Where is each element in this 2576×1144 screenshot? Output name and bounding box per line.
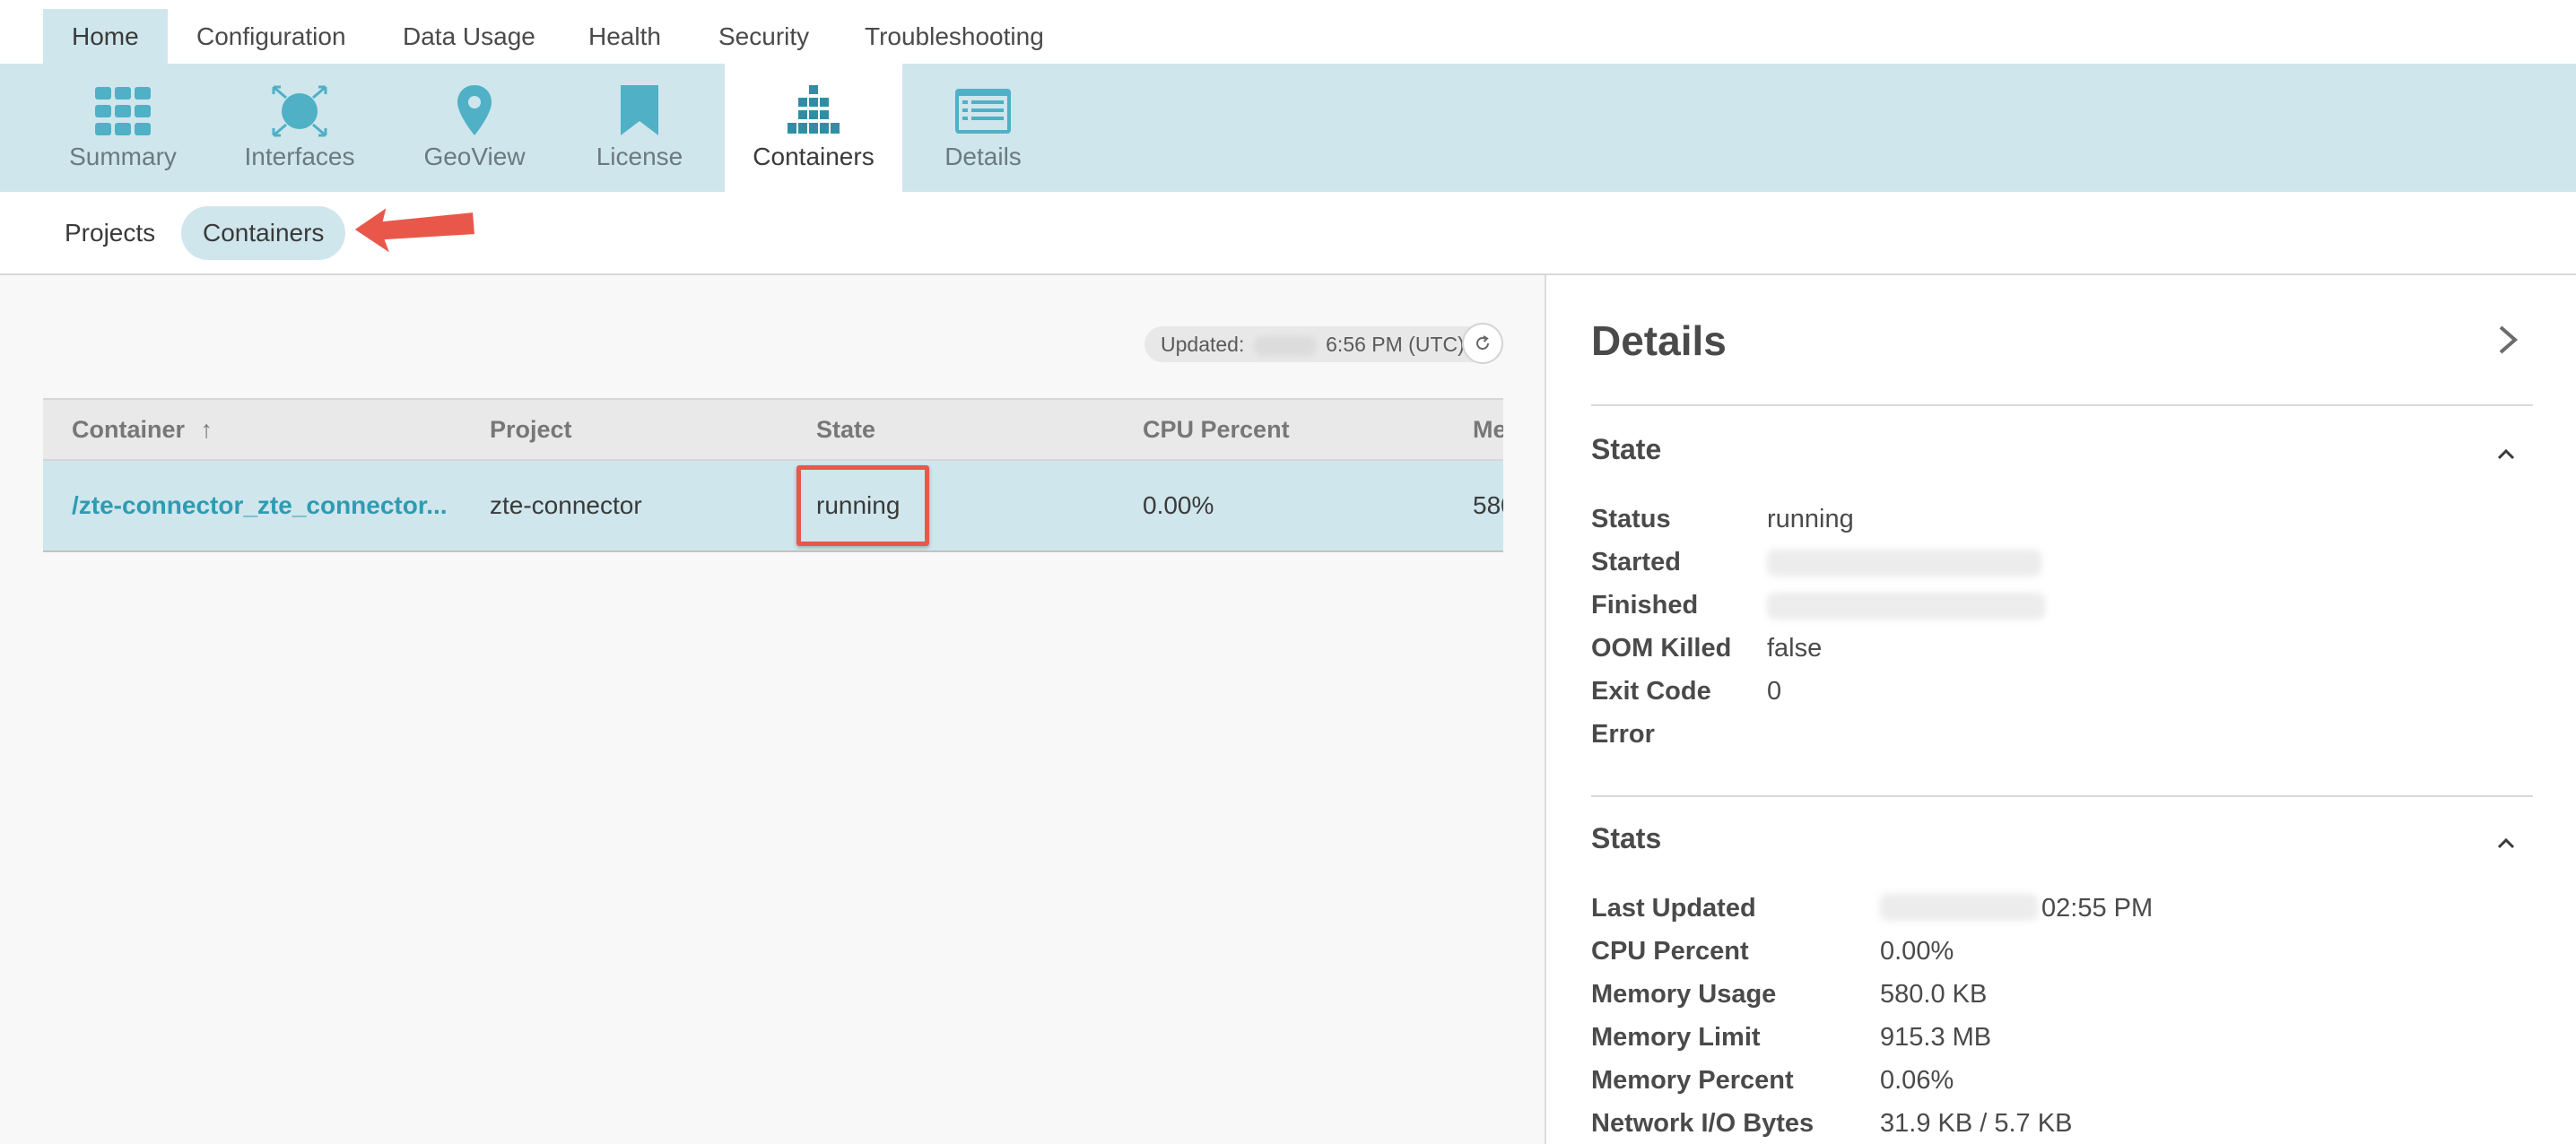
annotation-arrow-icon <box>352 204 477 257</box>
stats-value-last-updated: 02:55 PM <box>2041 894 2154 923</box>
details-title: Details <box>1591 317 1727 364</box>
icon-tab-label: Summary <box>69 143 177 170</box>
table-row[interactable]: /zte-connector_zte_connector... zte-conn… <box>43 461 1503 552</box>
cell-container-name[interactable]: /zte-connector_zte_connector... <box>72 461 448 550</box>
tab-security[interactable]: Security <box>690 9 838 64</box>
column-header-cpu-percent[interactable]: CPU Percent <box>1143 400 1290 459</box>
containers-table: Container ↑ Project State CPU Percent Me… <box>43 398 1503 552</box>
tab-troubleshooting[interactable]: Troubleshooting <box>836 9 1073 64</box>
redacted-date <box>1253 335 1317 356</box>
stats-value-memory-percent: 0.06% <box>1880 1066 1954 1095</box>
state-label-error: Error <box>1591 720 1655 749</box>
bookmark-icon <box>621 85 658 135</box>
cell-project: zte-connector <box>490 491 642 519</box>
icon-tab-containers[interactable]: Containers <box>725 64 902 192</box>
state-label-finished: Finished <box>1591 591 1699 620</box>
column-header-project[interactable]: Project <box>490 400 572 459</box>
state-label-oom-killed: OOM Killed <box>1591 634 1732 663</box>
icon-tab-license[interactable]: License <box>574 64 705 192</box>
subtab-containers[interactable]: Containers <box>181 206 346 260</box>
stats-label-last-updated: Last Updated <box>1591 894 1756 923</box>
icon-tab-interfaces[interactable]: Interfaces <box>231 64 368 192</box>
icon-tab-label: GeoView <box>423 143 526 170</box>
containers-list-panel: Updated: 6:56 PM (UTC) Container ↑ Proje… <box>0 275 1546 1144</box>
list-card-icon <box>955 89 1011 134</box>
column-header-state[interactable]: State <box>816 400 875 459</box>
state-label-started: Started <box>1591 548 1681 576</box>
redacted-last-updated-date <box>1880 894 2038 921</box>
tab-health[interactable]: Health <box>560 9 690 64</box>
divider <box>1591 795 2533 797</box>
stats-value-cpu-percent: 0.00% <box>1880 937 1954 966</box>
tab-data-usage[interactable]: Data Usage <box>374 9 564 64</box>
sort-asc-icon: ↑ <box>200 416 213 443</box>
chevron-up-icon[interactable] <box>2493 835 2519 853</box>
section-icon-nav: Summary Interfaces GeoView License Conta… <box>0 64 2576 192</box>
containers-stack-icon <box>788 85 840 134</box>
column-header-memory[interactable]: Me <box>1473 400 1503 459</box>
redacted-finished-value <box>1767 593 2045 620</box>
icon-tab-label: Details <box>944 143 1022 170</box>
stats-label-memory-percent: Memory Percent <box>1591 1066 1794 1095</box>
stats-label-network-io: Network I/O Bytes <box>1591 1109 1815 1138</box>
refresh-icon <box>1476 335 1489 350</box>
stats-label-cpu-percent: CPU Percent <box>1591 937 1749 966</box>
tab-configuration[interactable]: Configuration <box>168 9 375 64</box>
cell-memory: 580 <box>1473 491 1503 519</box>
state-label-exit-code: Exit Code <box>1591 677 1711 706</box>
stats-value-memory-usage: 580.0 KB <box>1880 980 1988 1009</box>
icon-tab-details[interactable]: Details <box>918 64 1048 192</box>
state-value-exit-code: 0 <box>1767 677 1782 706</box>
state-value-oom-killed: false <box>1767 634 1823 663</box>
state-label-status: Status <box>1591 505 1671 533</box>
network-hub-icon <box>272 85 327 137</box>
stats-label-memory-limit: Memory Limit <box>1591 1023 1761 1052</box>
stats-value-network-io: 31.9 KB / 5.7 KB <box>1880 1109 2073 1138</box>
stats-value-memory-limit: 915.3 MB <box>1880 1023 1992 1052</box>
updated-indicator: Updated: 6:56 PM (UTC) <box>1144 326 1503 362</box>
map-pin-icon <box>457 85 492 135</box>
grid-icon <box>95 87 151 135</box>
annotation-highlight-box <box>796 465 929 546</box>
divider <box>1591 404 2533 406</box>
details-panel: Details State Status running Started Fin… <box>1548 275 2576 1144</box>
subtab-projects[interactable]: Projects <box>43 206 177 260</box>
redacted-started-value <box>1767 550 2041 576</box>
icon-tab-label: License <box>596 143 683 170</box>
top-nav: Home Configuration Data Usage Health Sec… <box>0 0 2576 64</box>
stats-label-memory-usage: Memory Usage <box>1591 980 1777 1009</box>
refresh-button[interactable] <box>1462 323 1503 364</box>
table-header: Container ↑ Project State CPU Percent Me <box>43 398 1503 461</box>
icon-tab-summary[interactable]: Summary <box>43 64 203 192</box>
state-value-status: running <box>1767 505 1854 533</box>
column-header-container[interactable]: Container ↑ <box>72 400 213 459</box>
icon-tab-geoview[interactable]: GeoView <box>409 64 540 192</box>
tab-home[interactable]: Home <box>43 9 168 64</box>
icon-tab-label: Containers <box>753 143 875 170</box>
icon-tab-label: Interfaces <box>244 143 355 170</box>
updated-label: Updated: <box>1161 333 1245 356</box>
chevron-up-icon[interactable] <box>2493 446 2519 464</box>
state-section-title: State <box>1591 433 1662 465</box>
chevron-right-icon[interactable] <box>2492 322 2524 358</box>
stats-section-title: Stats <box>1591 822 1662 854</box>
updated-time: 6:56 PM (UTC) <box>1326 333 1465 356</box>
cell-cpu-percent: 0.00% <box>1143 491 1214 519</box>
